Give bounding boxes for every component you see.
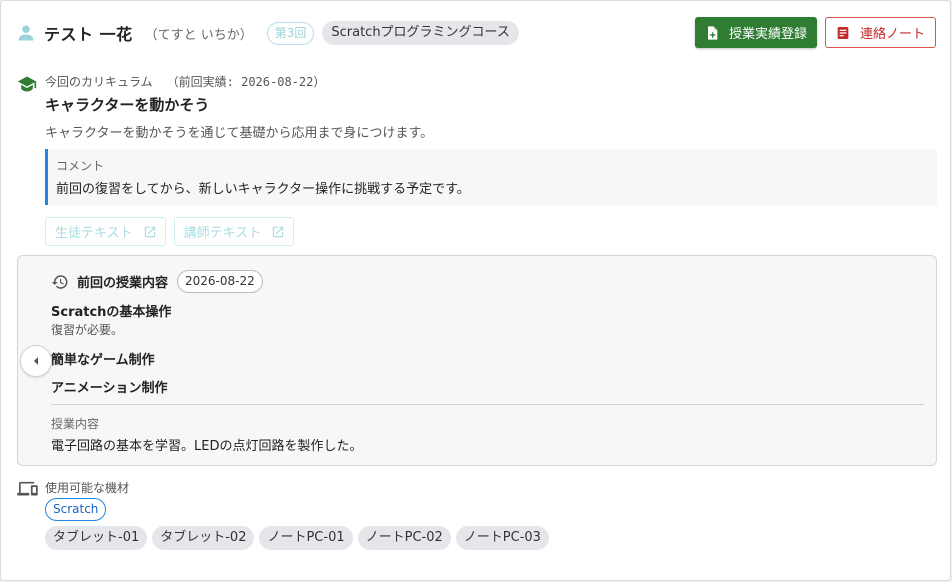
- student-name: テスト 一花: [44, 25, 133, 44]
- curriculum-label: 今回のカリキュラム: [45, 75, 153, 89]
- document-add-icon: [707, 25, 718, 40]
- device-chip: ノートPC-02: [357, 526, 451, 550]
- header-actions: 授業実績登録 連絡ノート: [694, 17, 936, 48]
- device-chip: ノートPC-01: [259, 526, 353, 550]
- lesson-content-text: 電子回路の基本を学習。LEDの点灯回路を製作した。: [51, 439, 363, 454]
- previous-lesson-date: 2026-08-22: [177, 270, 263, 293]
- previous-lesson-header: 前回の授業内容 2026-08-22: [51, 270, 263, 293]
- history-icon: [51, 274, 68, 289]
- comment-box: コメント 前回の復習をしてから、新しいキャラクター操作に挑戦する予定です。: [45, 149, 937, 205]
- lesson-topic-note: 復習が必要。: [51, 323, 124, 337]
- student-text-label: 生徒テキスト: [55, 226, 133, 241]
- person-icon: [18, 25, 34, 41]
- student-kana: （てすと いちか）: [144, 27, 253, 43]
- equipment-label: 使用可能な機材: [45, 481, 130, 495]
- notebook-button[interactable]: 連絡ノート: [824, 17, 936, 48]
- lesson-count-badge: 第3回: [266, 21, 315, 45]
- notebook-label: 連絡ノート: [859, 27, 925, 42]
- external-link-icon: [144, 226, 155, 237]
- collapse-panel-button[interactable]: [20, 345, 52, 377]
- curriculum-description: キャラクターを動かそうを通じて基礎から応用まで身につけます。: [45, 126, 434, 141]
- curriculum-meta: 今回のカリキュラム （前回実績: 2026-08-22）: [45, 73, 325, 90]
- previous-record-date: （前回実績: 2026-08-22）: [166, 75, 326, 89]
- student-lesson-card: テスト 一花 （てすと いちか） 第3回 Scratchプログラミングコース 授…: [0, 0, 951, 581]
- lesson-topic: 簡単なゲーム制作: [51, 353, 155, 368]
- student-text-button[interactable]: 生徒テキスト: [45, 217, 166, 246]
- devices-icon: [17, 481, 38, 496]
- student-header: テスト 一花 （てすと いちか） 第3回 Scratchプログラミングコース 授…: [17, 17, 936, 48]
- register-lesson-button[interactable]: 授業実績登録: [694, 17, 817, 48]
- lesson-content-label: 授業内容: [51, 417, 100, 431]
- device-chip: タブレット-02: [152, 526, 255, 550]
- curriculum-title: キャラクターを動かそう: [45, 96, 210, 114]
- comment-label: コメント: [56, 159, 105, 173]
- previous-lesson-panel: 前回の授業内容 2026-08-22 Scratchの基本操作 復習が必要。 簡…: [17, 255, 937, 466]
- device-chip: ノートPC-03: [455, 526, 549, 550]
- notebook-icon: [837, 26, 849, 39]
- chevron-left-icon: [34, 357, 38, 365]
- device-chip: タブレット-01: [45, 526, 148, 550]
- external-link-icon: [273, 226, 284, 237]
- teacher-text-label: 講師テキスト: [183, 226, 262, 241]
- teacher-text-button[interactable]: 講師テキスト: [173, 217, 295, 246]
- text-buttons: 生徒テキスト 講師テキスト: [45, 217, 295, 246]
- panel-divider: [51, 404, 924, 405]
- lesson-topic: アニメーション制作: [51, 381, 168, 396]
- previous-lesson-title: 前回の授業内容: [77, 276, 169, 291]
- comment-text: 前回の復習をしてから、新しいキャラクター操作に挑戦する予定です。: [56, 182, 470, 197]
- register-lesson-label: 授業実績登録: [728, 27, 807, 42]
- course-chip: Scratchプログラミングコース: [322, 21, 519, 45]
- software-chip: Scratch: [45, 498, 107, 521]
- device-list: タブレット-01 タブレット-02 ノートPC-01 ノートPC-02 ノートP…: [45, 526, 549, 550]
- lesson-topic: Scratchの基本操作: [51, 305, 172, 320]
- graduation-cap-icon: [17, 76, 37, 92]
